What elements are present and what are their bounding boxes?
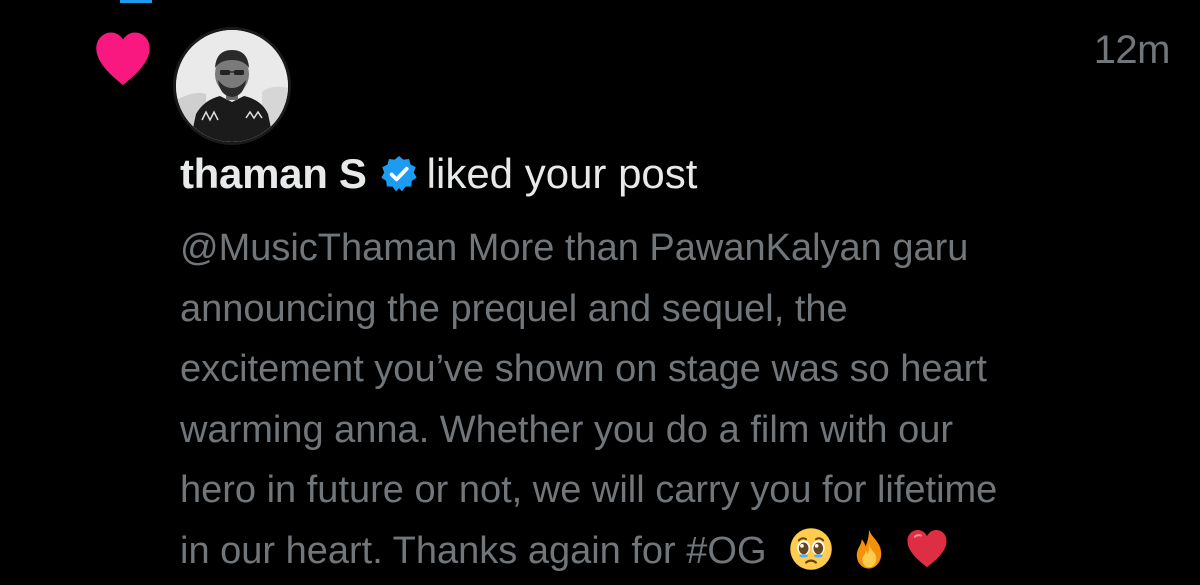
actor-name[interactable]: thaman S [180, 150, 367, 198]
post-line: hero in future or not, we will carry you… [180, 469, 998, 511]
post-line-text: in our heart. Thanks again for #OG [180, 529, 767, 572]
red-heart-emoji-icon [906, 529, 947, 567]
heart-icon [96, 32, 150, 85]
post-line: @MusicThaman More than PawanKalyan garu [180, 227, 969, 269]
action-text: liked your post [426, 150, 698, 197]
post-line: announcing the prequel and sequel, the [180, 287, 848, 330]
post-preview[interactable]: @MusicThaman More than PawanKalyan garu … [180, 218, 1170, 581]
fire-emoji-icon [856, 528, 881, 569]
avatar[interactable] [176, 30, 288, 142]
pleading-face-emoji-icon [789, 527, 832, 570]
notification-headline: thaman S liked your post [180, 146, 697, 202]
verified-badge-icon [380, 156, 417, 192]
like-notification[interactable]: 12m thaman S liked your post @MusicThama… [0, 0, 1200, 585]
post-line: excitement you’ve shown on stage was so … [180, 348, 987, 390]
avatar-photo [176, 30, 288, 142]
post-line-last: in our heart. Thanks again for #OG [180, 521, 1170, 582]
post-line: warming anna. Whether you do a film with… [180, 408, 954, 451]
timestamp: 12m [1093, 28, 1171, 72]
